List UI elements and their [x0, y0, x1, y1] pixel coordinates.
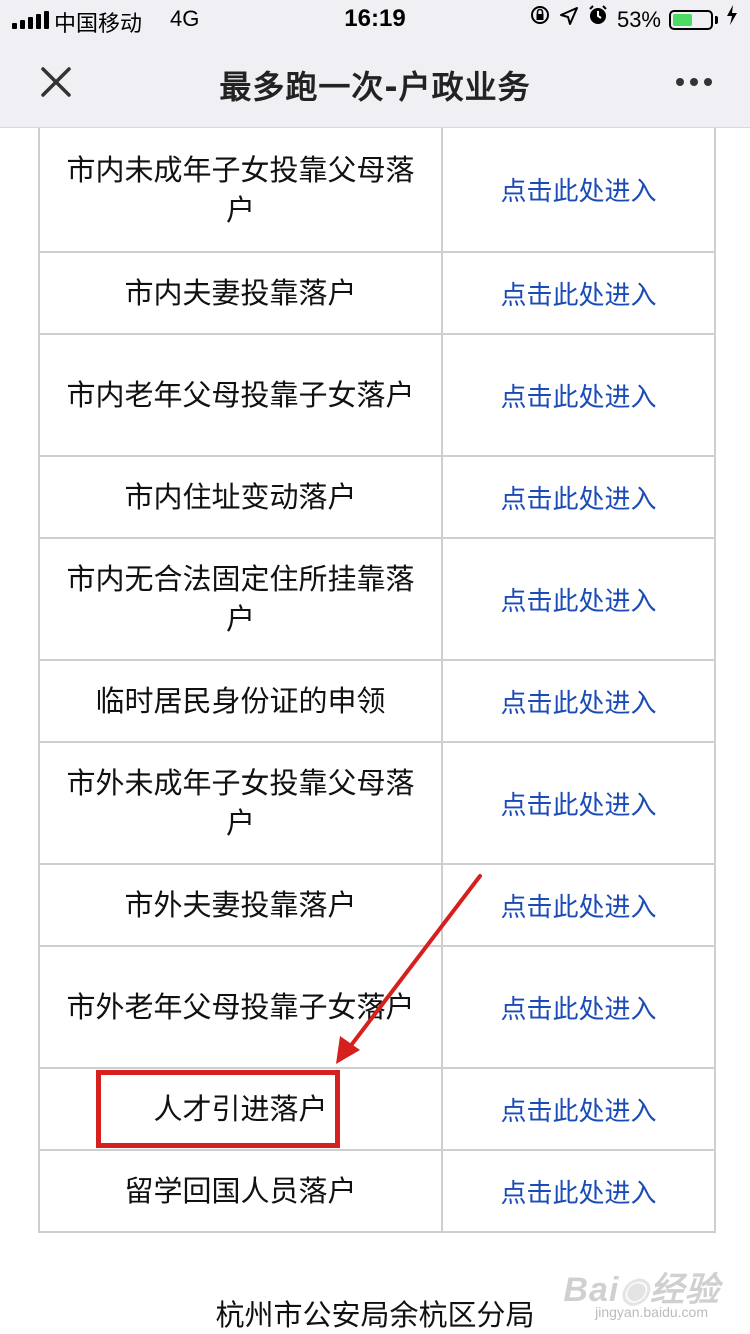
service-name: 市外夫妻投靠落户 [38, 863, 443, 947]
battery-percent: 53% [616, 7, 661, 32]
enter-link[interactable]: 点击此处进入 [441, 863, 716, 947]
service-name: 市内无合法固定住所挂靠落户 [38, 537, 443, 661]
alarm-icon [587, 4, 609, 36]
enter-link[interactable]: 点击此处进入 [441, 251, 716, 335]
battery-fill [673, 14, 693, 26]
service-name: 市内老年父母投靠子女落户 [38, 333, 443, 457]
table-row: 市内未成年子女投靠父母落户 点击此处进入 [38, 128, 716, 253]
service-name: 市外未成年子女投靠父母落户 [38, 741, 443, 865]
table-row: 市内夫妻投靠落户 点击此处进入 [38, 251, 716, 335]
rotation-lock-icon [529, 4, 551, 36]
watermark-url: jingyan.baidu.com [595, 1304, 708, 1320]
table-row: 市内老年父母投靠子女落户 点击此处进入 [38, 333, 716, 457]
service-name: 临时居民身份证的申领 [38, 659, 443, 743]
enter-link[interactable]: 点击此处进入 [441, 945, 716, 1069]
service-table: 市内未成年子女投靠父母落户 点击此处进入 市内夫妻投靠落户 点击此处进入 市内老… [38, 128, 716, 1233]
table-row: 临时居民身份证的申领 点击此处进入 [38, 659, 716, 743]
service-name: 市内住址变动落户 [38, 455, 443, 539]
service-name: 市内未成年子女投靠父母落户 [38, 128, 443, 253]
enter-link[interactable]: 点击此处进入 [441, 1149, 716, 1233]
table-row: 留学回国人员落户 点击此处进入 [38, 1149, 716, 1233]
page-title: 最多跑一次-户政业务 [219, 68, 531, 106]
battery-icon [669, 10, 713, 30]
enter-link[interactable]: 点击此处进入 [441, 659, 716, 743]
service-name: 留学回国人员落户 [38, 1149, 443, 1233]
status-bar: 中国移动 4G 16:19 53% [0, 0, 750, 40]
annotation-highlight-box [96, 1070, 340, 1148]
enter-link[interactable]: 点击此处进入 [441, 128, 716, 253]
battery-cap [715, 16, 718, 24]
enter-link[interactable]: 点击此处进入 [441, 741, 716, 865]
more-icon[interactable] [674, 62, 714, 102]
enter-link[interactable]: 点击此处进入 [441, 1067, 716, 1151]
table-row: 市内住址变动落户 点击此处进入 [38, 455, 716, 539]
table-row: 市内无合法固定住所挂靠落户 点击此处进入 [38, 537, 716, 661]
charging-icon [726, 4, 738, 36]
table-row: 市外老年父母投靠子女落户 点击此处进入 [38, 945, 716, 1069]
table-row: 市外夫妻投靠落户 点击此处进入 [38, 863, 716, 947]
enter-link[interactable]: 点击此处进入 [441, 537, 716, 661]
table-row: 市外未成年子女投靠父母落户 点击此处进入 [38, 741, 716, 865]
location-arrow-icon [559, 4, 579, 36]
status-right-icons: 53% [529, 4, 738, 36]
service-name: 市外老年父母投靠子女落户 [38, 945, 443, 1069]
nav-bar: 最多跑一次-户政业务 [0, 40, 750, 128]
service-name: 市内夫妻投靠落户 [38, 251, 443, 335]
enter-link[interactable]: 点击此处进入 [441, 333, 716, 457]
enter-link[interactable]: 点击此处进入 [441, 455, 716, 539]
